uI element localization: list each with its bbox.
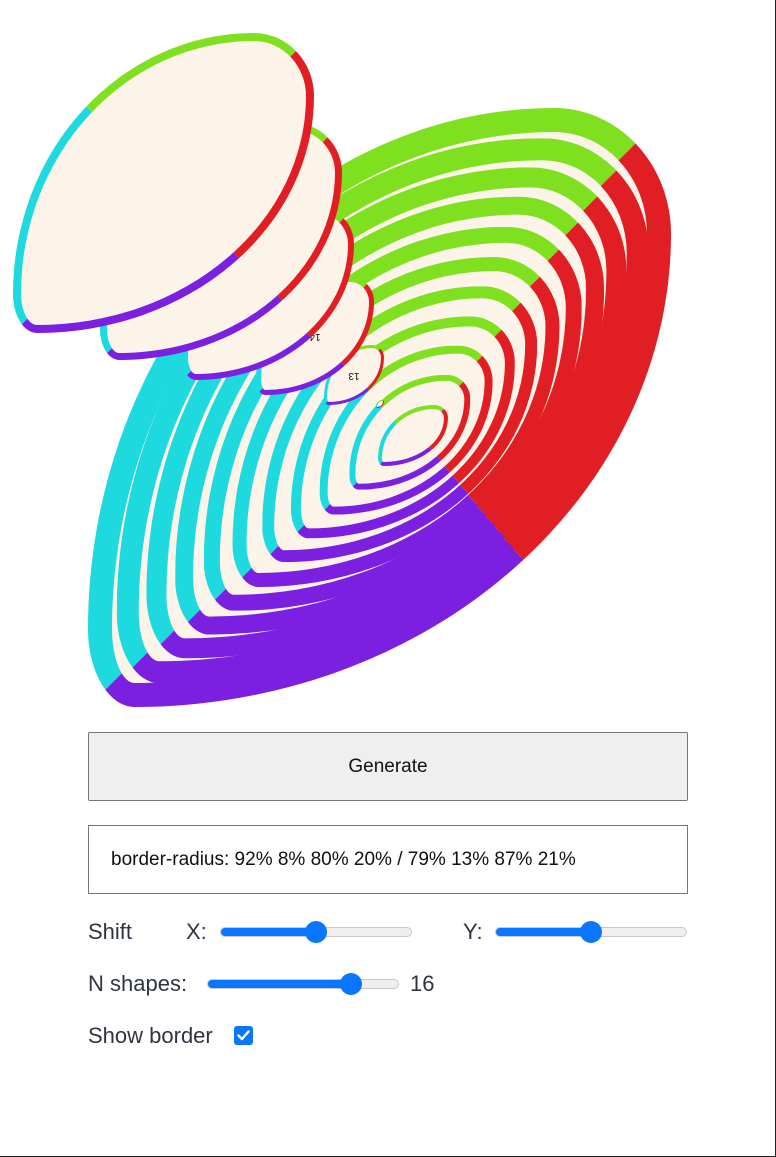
shift-label: Shift	[88, 919, 133, 944]
checkmark-icon	[237, 1030, 250, 1041]
show-border-checkbox[interactable]	[234, 1026, 253, 1045]
shift-x-slider-thumb[interactable]	[305, 921, 327, 943]
css-output-text: border-radius: 92% 8% 80% 20% / 79% 13% …	[111, 848, 576, 870]
shift-y-slider[interactable]	[495, 921, 687, 943]
n-shapes-slider[interactable]	[207, 973, 399, 995]
shift-x-slider[interactable]	[220, 921, 412, 943]
n-shapes-slider-thumb[interactable]	[339, 973, 362, 995]
shape-index-label: 13	[348, 370, 360, 381]
shift-x-label: X:	[186, 919, 207, 944]
shift-y-label: Y:	[463, 919, 483, 944]
n-shapes-label: N shapes:	[88, 971, 188, 996]
css-output-field[interactable]: border-radius: 92% 8% 80% 20% / 79% 13% …	[88, 825, 688, 894]
shift-y-slider-fill	[496, 928, 591, 936]
show-border-label: Show border	[88, 1023, 213, 1048]
shift-y-slider-thumb[interactable]	[580, 921, 602, 943]
shapes-canvas: 13141516	[0, 0, 776, 720]
generate-button[interactable]: Generate	[88, 732, 688, 801]
n-shapes-slider-fill	[208, 980, 351, 988]
shift-x-slider-fill	[221, 928, 316, 936]
n-shapes-value: 16	[410, 971, 435, 996]
